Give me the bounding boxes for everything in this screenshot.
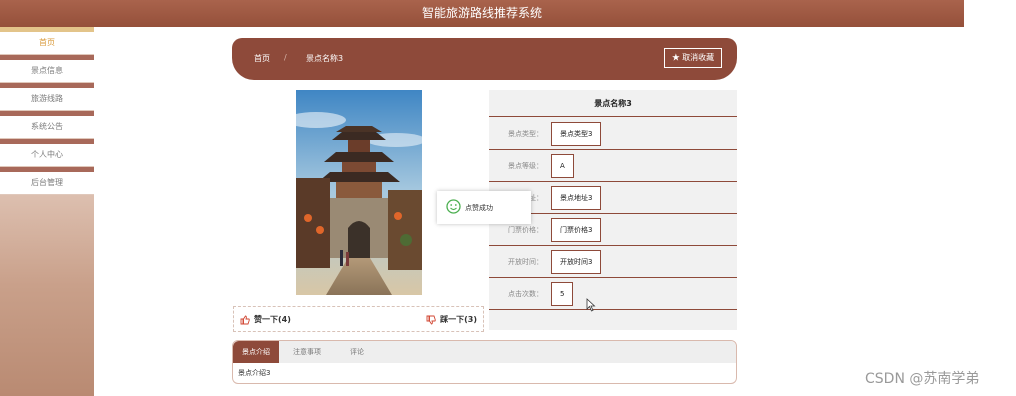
toast-text: 点赞成功 bbox=[465, 204, 493, 212]
field-label: 开放时间： bbox=[508, 258, 543, 266]
toast-message: 点赞成功 bbox=[437, 191, 531, 224]
mouse-cursor-icon bbox=[586, 298, 596, 312]
field-label: 景点类型： bbox=[508, 130, 543, 138]
field-label: 点击次数： bbox=[508, 290, 543, 298]
breadcrumb-separator: / bbox=[284, 53, 287, 62]
breadcrumb-home[interactable]: 首页 bbox=[254, 53, 270, 64]
detail-title: 景点名称3 bbox=[489, 90, 737, 117]
sidebar-item-label: 后台管理 bbox=[31, 178, 63, 187]
watermark: CSDN @苏南学弟 bbox=[865, 371, 980, 387]
unfavorite-label: 取消收藏 bbox=[682, 53, 715, 62]
field-value: 5 bbox=[551, 282, 574, 306]
smile-icon bbox=[446, 199, 461, 214]
field-value: 门票价格3 bbox=[551, 218, 602, 242]
dislike-label: 踩一下(3) bbox=[440, 315, 477, 324]
star-icon: ★ bbox=[671, 53, 680, 62]
like-label: 赞一下(4) bbox=[254, 315, 291, 324]
tab-intro[interactable]: 景点介绍 bbox=[233, 341, 279, 363]
field-value: 景点类型3 bbox=[551, 122, 602, 146]
tab-comments[interactable]: 评论 bbox=[337, 341, 377, 363]
sidebar-item-routes[interactable]: 旅游线路 bbox=[0, 83, 94, 111]
dislike-button[interactable]: 踩一下(3) bbox=[426, 314, 477, 325]
detail-header: 首页 / 景点名称3 ★ 取消收藏 bbox=[232, 38, 737, 80]
sidebar-item-announcements[interactable]: 系统公告 bbox=[0, 111, 94, 139]
detail-tabs: 景点介绍 注意事项 评论 景点介绍3 bbox=[232, 340, 737, 384]
thumbs-down-icon bbox=[426, 315, 436, 324]
sidebar-item-label: 个人中心 bbox=[31, 150, 63, 159]
field-value: A bbox=[551, 154, 574, 178]
sidebar-item-label: 景点信息 bbox=[31, 66, 63, 75]
sidebar-item-label: 首页 bbox=[39, 38, 55, 47]
attraction-photo-illustration bbox=[296, 90, 422, 295]
sidebar-item-profile[interactable]: 个人中心 bbox=[0, 139, 94, 167]
sidebar-item-home[interactable]: 首页 bbox=[0, 27, 94, 55]
sidebar-item-attractions[interactable]: 景点信息 bbox=[0, 55, 94, 83]
detail-row-clicks: 点击次数： 5 bbox=[489, 278, 737, 310]
field-value: 开放时间3 bbox=[551, 250, 602, 274]
attraction-photo bbox=[296, 90, 422, 295]
sidebar-item-label: 旅游线路 bbox=[31, 94, 63, 103]
tab-strip: 景点介绍 注意事项 评论 bbox=[233, 341, 736, 363]
sidebar-nav: 首页 景点信息 旅游线路 系统公告 个人中心 后台管理 bbox=[0, 27, 94, 396]
vote-bar: 赞一下(4) 踩一下(3) bbox=[233, 306, 484, 332]
detail-row-level: 景点等级： A bbox=[489, 150, 737, 182]
tab-content: 景点介绍3 bbox=[238, 369, 271, 377]
app-title-bar: 智能旅游路线推荐系统 bbox=[0, 0, 964, 27]
detail-row-hours: 开放时间： 开放时间3 bbox=[489, 246, 737, 278]
field-value: 景点地址3 bbox=[551, 186, 602, 210]
tab-notes[interactable]: 注意事项 bbox=[285, 341, 329, 363]
app-title: 智能旅游路线推荐系统 bbox=[421, 6, 542, 20]
divider bbox=[0, 194, 94, 195]
breadcrumb-current: 景点名称3 bbox=[306, 54, 344, 63]
sidebar-item-label: 系统公告 bbox=[31, 122, 63, 131]
like-button[interactable]: 赞一下(4) bbox=[240, 314, 291, 325]
field-label: 景点等级： bbox=[508, 162, 543, 170]
sidebar-item-admin[interactable]: 后台管理 bbox=[0, 167, 94, 195]
unfavorite-button[interactable]: ★ 取消收藏 bbox=[664, 48, 722, 68]
thumbs-up-icon bbox=[240, 315, 250, 324]
detail-row-type: 景点类型： 景点类型3 bbox=[489, 118, 737, 150]
